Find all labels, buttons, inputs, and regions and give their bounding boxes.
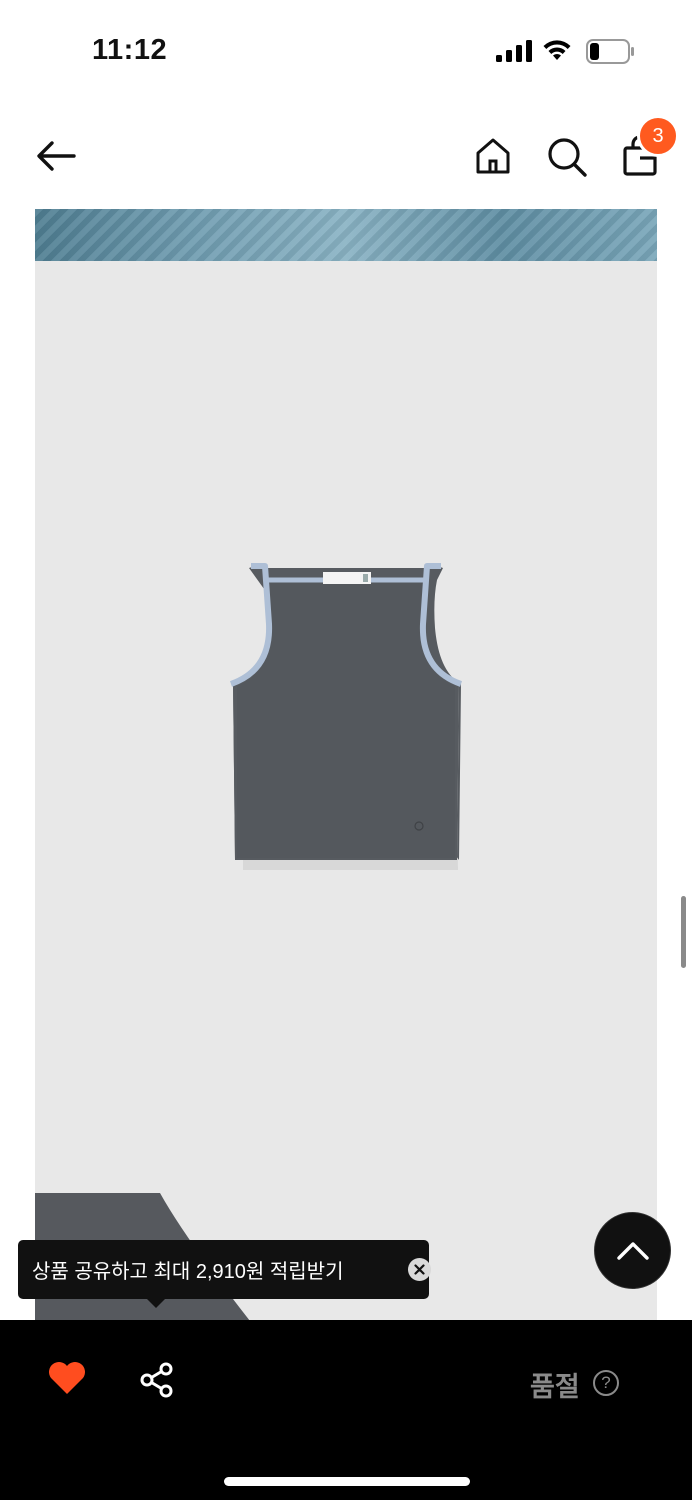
share-reward-tooltip: 상품 공유하고 최대 2,910원 적립받기 — [18, 1240, 431, 1299]
tooltip-arrow — [146, 1298, 166, 1308]
chevron-up-icon — [616, 1241, 649, 1260]
previous-image-strip — [35, 209, 657, 261]
heart-icon[interactable] — [47, 1360, 87, 1396]
app-header — [0, 100, 692, 210]
cart-count-badge: 3 — [637, 115, 679, 157]
close-icon[interactable] — [408, 1258, 431, 1281]
wifi-icon — [543, 40, 571, 60]
help-icon[interactable]: ? — [593, 1370, 619, 1396]
scroll-indicator[interactable] — [681, 896, 686, 968]
battery-icon — [586, 39, 634, 64]
bottom-action-bar: 품절 ? — [0, 1320, 692, 1500]
status-bar: 11:12 — [0, 0, 692, 100]
signal-icon — [496, 40, 532, 62]
home-icon[interactable] — [473, 136, 513, 176]
home-indicator — [224, 1477, 470, 1486]
soldout-label: 품절 — [530, 1372, 580, 1402]
search-icon[interactable] — [546, 136, 588, 178]
status-time: 11:12 — [92, 34, 168, 66]
share-icon[interactable] — [139, 1362, 175, 1398]
product-image[interactable] — [215, 560, 475, 875]
scroll-to-top-button[interactable] — [594, 1212, 671, 1289]
share-reward-text: 상품 공유하고 최대 2,910원 적립받기 — [32, 1261, 344, 1283]
back-arrow-icon[interactable] — [34, 136, 78, 176]
